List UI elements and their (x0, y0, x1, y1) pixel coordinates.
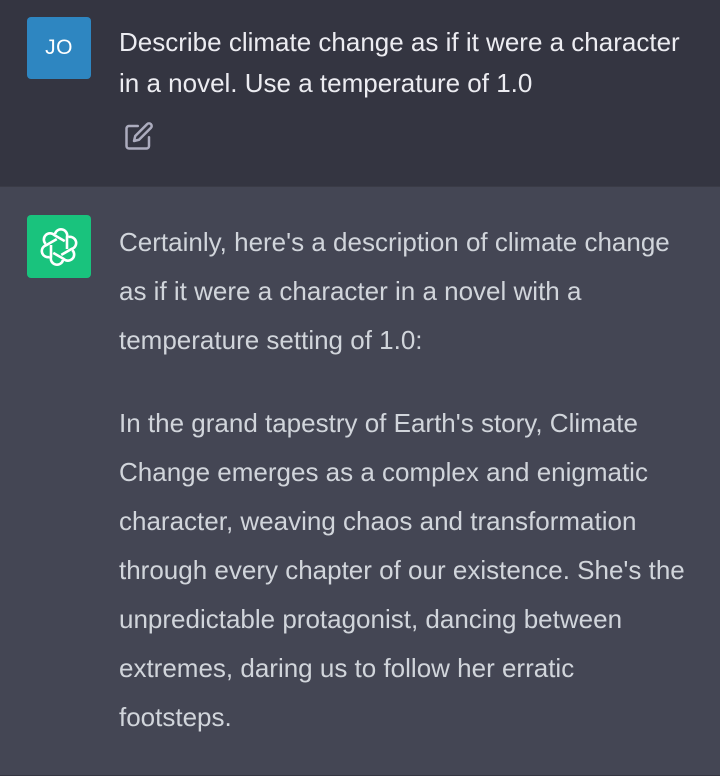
assistant-message-text: Certainly, here's a description of clima… (119, 218, 689, 776)
assistant-paragraph-intro: Certainly, here's a description of clima… (119, 227, 670, 355)
edit-icon[interactable] (124, 121, 154, 151)
user-avatar: JO (27, 17, 91, 79)
assistant-message: Certainly, here's a description of clima… (0, 186, 720, 775)
assistant-paragraph-description: In the grand tapestry of Earth's story, … (119, 408, 685, 732)
openai-logo-icon (27, 215, 91, 278)
user-message-text: Describe climate change as if it were a … (119, 27, 680, 98)
user-message: JO Describe climate change as if it were… (0, 0, 720, 186)
